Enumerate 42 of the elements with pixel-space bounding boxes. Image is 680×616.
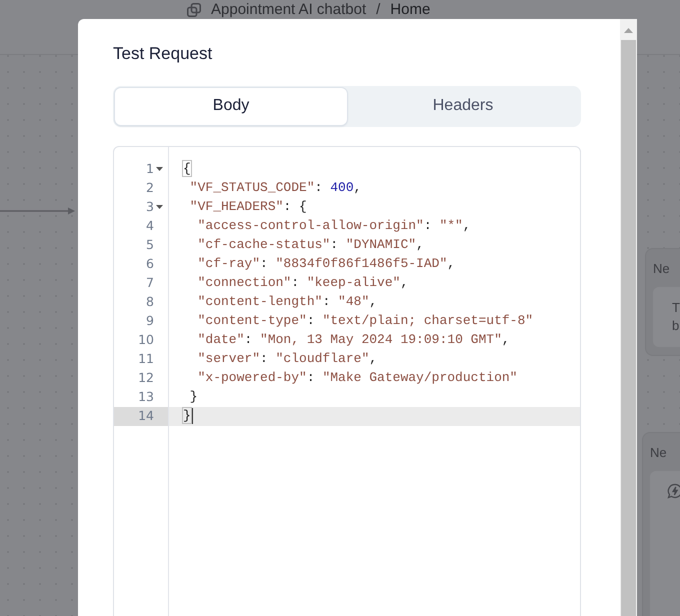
line-number: 9 <box>146 312 154 330</box>
code-line: "access-control-allow-origin": "*", <box>196 217 471 236</box>
breadcrumb-separator: / <box>376 1 380 18</box>
code-line: "x-powered-by": "Make Gateway/production" <box>196 369 518 388</box>
line-number: 2 <box>146 178 154 197</box>
dialog-title: Test Request <box>113 43 212 65</box>
fold-caret-icon[interactable] <box>156 205 163 209</box>
tab[interactable]: Body <box>115 88 347 124</box>
code-line: } <box>188 388 198 406</box>
code-line: "connection": "keep-alive", <box>196 274 408 292</box>
code-line: "date": "Mon, 13 May 2024 19:09:10 GMT", <box>196 331 510 350</box>
line-number: 7 <box>146 274 154 292</box>
line-number: 13 <box>138 388 154 406</box>
code-line: "VF_STATUS_CODE": 400, <box>188 179 362 198</box>
line-number: 5 <box>146 236 154 254</box>
line-number: 10 <box>138 330 154 349</box>
line-number: 14 <box>138 406 154 425</box>
window-icon <box>187 2 201 16</box>
node-body: T b <box>653 286 680 346</box>
code-editor[interactable] <box>113 146 581 616</box>
code-line: "cf-ray": "8834f0f86f1486f5-IAD", <box>196 255 456 274</box>
node-title: Ne <box>653 260 670 278</box>
line-number: 6 <box>146 254 154 273</box>
page-name: Home <box>390 1 430 18</box>
tab[interactable]: Headers <box>347 88 579 124</box>
line-number: 1 <box>146 160 154 178</box>
scroll-up-icon[interactable] <box>624 28 633 33</box>
line-number: 3 <box>146 198 154 216</box>
code-line: "content-length": "48", <box>196 293 378 312</box>
chat-lightning-icon <box>667 482 680 498</box>
text-cursor <box>192 408 193 424</box>
code-line: "content-type": "text/plain; charset=utf-8" <box>196 312 534 330</box>
fold-caret-icon[interactable] <box>156 167 163 171</box>
code-line: "cf-cache-status": "DYNAMIC", <box>196 236 424 254</box>
line-number: 8 <box>146 292 154 311</box>
line-number: 4 <box>146 216 154 235</box>
code-line: "server": "cloudflare", <box>196 350 378 368</box>
code-line: "VF_HEADERS": { <box>188 198 307 216</box>
node-title: Ne <box>650 444 667 462</box>
line-number: 12 <box>138 368 154 387</box>
line-number: 11 <box>138 350 154 368</box>
project-name: Appointment AI chatbot <box>211 1 366 18</box>
